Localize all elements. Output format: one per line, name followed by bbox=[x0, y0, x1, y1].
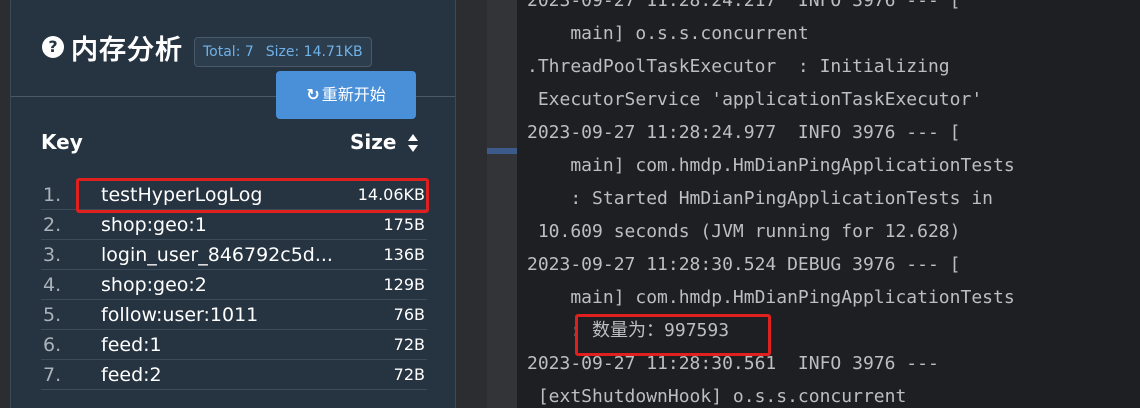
stats-badge: Total: 7 Size: 14.71KB bbox=[194, 37, 372, 67]
highlight-box-count bbox=[575, 314, 771, 356]
log-line: main] o.s.s.concurrent bbox=[527, 23, 809, 44]
question-circle-icon[interactable]: ? bbox=[42, 36, 64, 58]
restart-button[interactable]: ↻ 重新开始 bbox=[276, 71, 416, 119]
highlight-box-top-key bbox=[76, 178, 429, 213]
row-key[interactable]: shop:geo:1 bbox=[101, 214, 207, 236]
screen: ? 内存分析 Total: 7 Size: 14.71KB Key Size 1.… bbox=[0, 0, 1140, 408]
row-index: 3. bbox=[43, 244, 62, 266]
row-size: 175B bbox=[383, 215, 425, 234]
column-header-key: Key bbox=[41, 130, 83, 154]
panel-title: 内存分析 bbox=[71, 35, 183, 66]
log-line: 2023-09-27 11:28:24.217 INFO 3976 --- [ bbox=[527, 0, 961, 11]
row-index: 5. bbox=[43, 304, 62, 326]
row-size: 136B bbox=[383, 245, 425, 264]
row-size: 72B bbox=[393, 335, 425, 354]
key-row[interactable]: 2. shop:geo:1 175B bbox=[41, 210, 427, 240]
row-key[interactable]: feed:2 bbox=[101, 364, 162, 386]
restart-button-label: 重新开始 bbox=[321, 85, 386, 104]
key-row[interactable]: 5. follow:user:1011 76B bbox=[41, 300, 427, 330]
log-line: .ThreadPoolTaskExecutor : Initializing bbox=[527, 56, 950, 77]
log-line: main] com.hmdp.HmDianPingApplicationTest… bbox=[527, 287, 1015, 308]
row-key[interactable]: feed:1 bbox=[101, 334, 162, 356]
row-size: 76B bbox=[393, 305, 425, 324]
editor-gutter bbox=[487, 0, 517, 408]
row-index: 2. bbox=[43, 214, 62, 236]
log-line: 2023-09-27 11:28:24.977 INFO 3976 --- [ bbox=[527, 122, 961, 143]
log-line: [extShutdownHook] o.s.s.concurrent bbox=[527, 386, 907, 407]
sort-icon[interactable] bbox=[407, 133, 419, 153]
column-header-size[interactable]: Size bbox=[350, 130, 396, 154]
memory-analysis-panel: ? 内存分析 Total: 7 Size: 14.71KB Key Size 1.… bbox=[0, 0, 457, 408]
key-row[interactable]: 3. login_user_846792c5d... 136B bbox=[41, 240, 427, 270]
row-size: 129B bbox=[383, 275, 425, 294]
row-index: 1. bbox=[43, 184, 62, 206]
log-line: 10.609 seconds (JVM running for 12.628) bbox=[527, 221, 961, 242]
gutter-marker bbox=[487, 148, 517, 154]
total-count: Total: 7 bbox=[203, 44, 254, 60]
log-line: 2023-09-27 11:28:30.524 DEBUG 3976 --- [ bbox=[527, 254, 961, 275]
log-line: : Started HmDianPingApplicationTests in bbox=[527, 188, 993, 209]
row-index: 6. bbox=[43, 334, 62, 356]
row-index: 7. bbox=[43, 364, 62, 386]
key-row[interactable]: 6. feed:1 72B bbox=[41, 330, 427, 360]
log-line: ExecutorService 'applicationTaskExecutor… bbox=[527, 89, 983, 110]
key-row[interactable]: 4. shop:geo:2 129B bbox=[41, 270, 427, 300]
row-key[interactable]: follow:user:1011 bbox=[101, 304, 258, 326]
row-key[interactable]: shop:geo:2 bbox=[101, 274, 207, 296]
row-size: 72B bbox=[393, 365, 425, 384]
row-key[interactable]: login_user_846792c5d... bbox=[101, 244, 333, 266]
row-index: 4. bbox=[43, 274, 62, 296]
log-line: main] com.hmdp.HmDianPingApplicationTest… bbox=[527, 155, 1015, 176]
total-size: Size: 14.71KB bbox=[265, 44, 363, 60]
key-row[interactable]: 7. feed:2 72B bbox=[41, 360, 427, 390]
refresh-icon: ↻ bbox=[306, 85, 320, 104]
